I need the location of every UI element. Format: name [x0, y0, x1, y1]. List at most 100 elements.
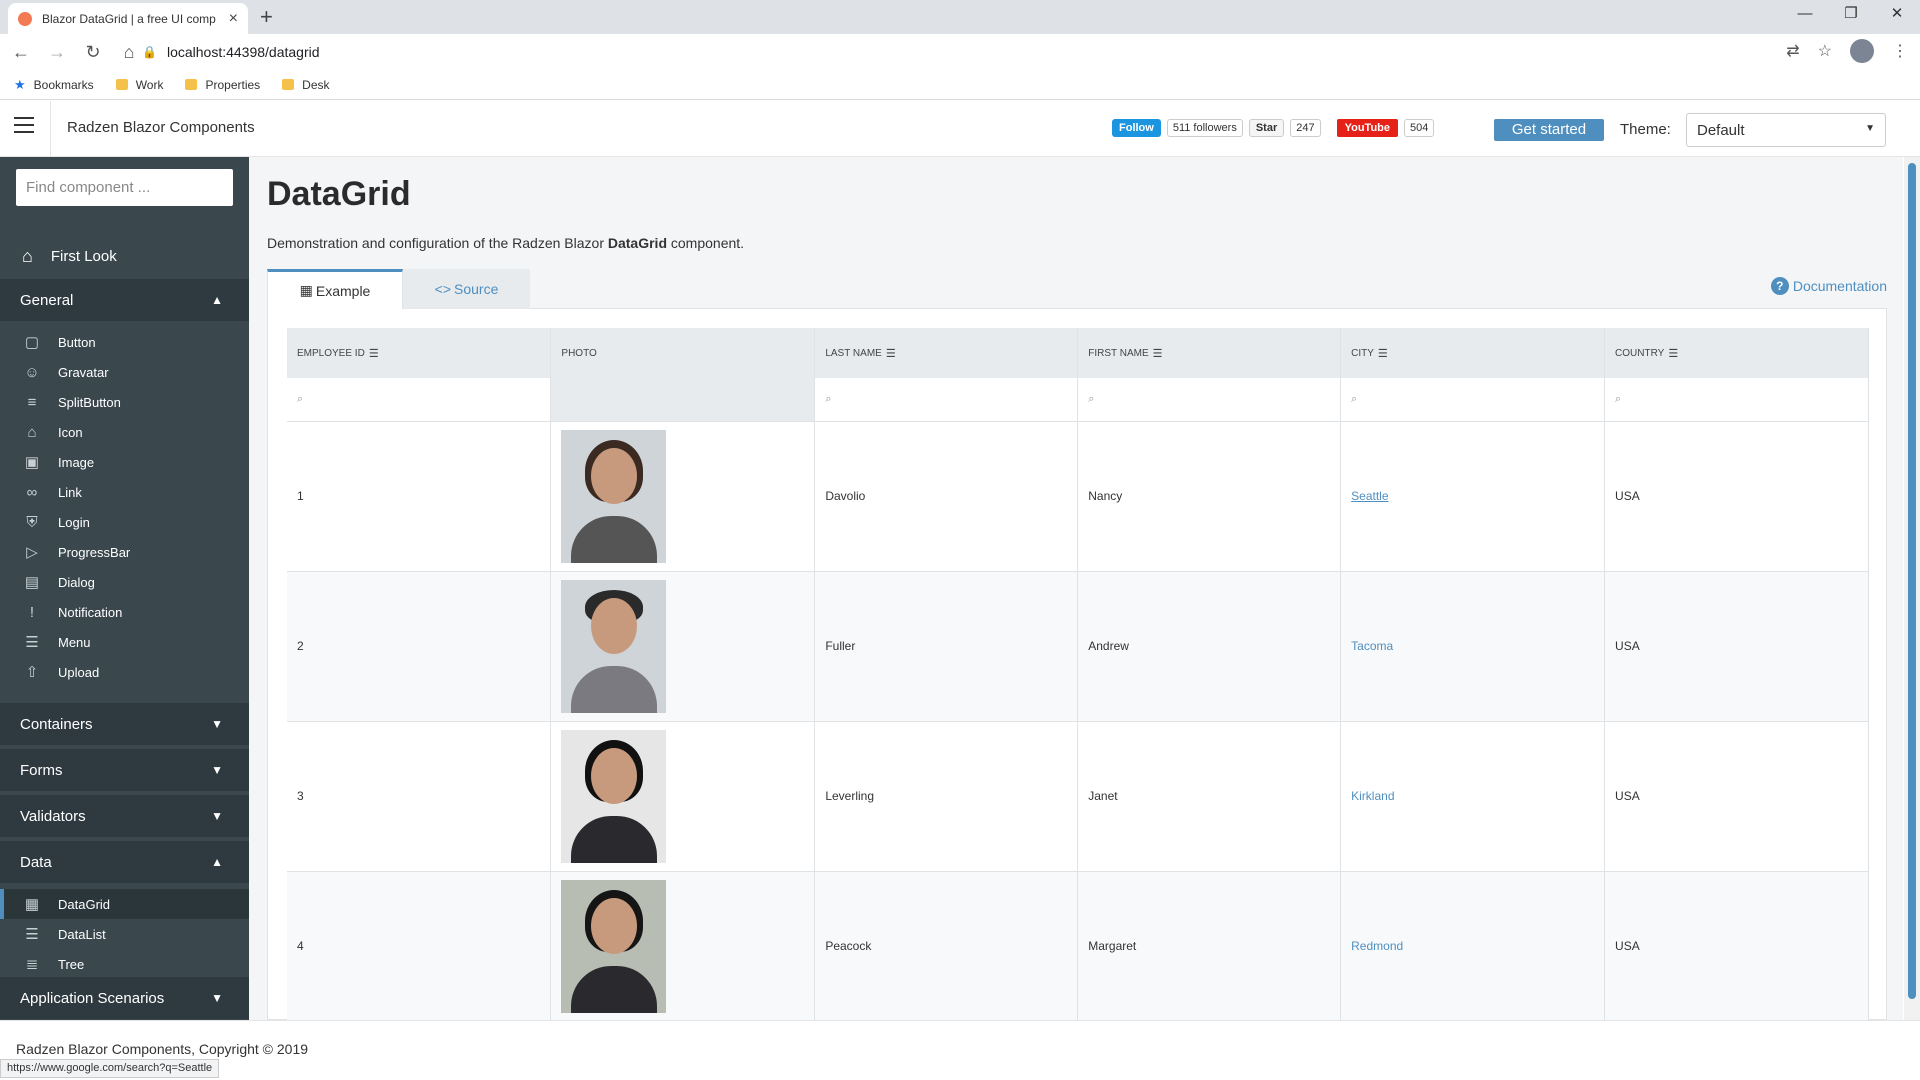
find-component-input[interactable]: Find component ... [16, 169, 233, 206]
github-star-button[interactable]: Star [1248, 119, 1285, 137]
cell-first-name: Andrew [1077, 571, 1342, 722]
twitter-follow-button[interactable]: Follow [1112, 119, 1161, 137]
filter-employee-id[interactable]: ⌕ [287, 378, 552, 422]
hamburger-menu-icon[interactable] [14, 117, 34, 135]
filter-city[interactable]: ⌕ [1340, 378, 1606, 422]
menu-kebab-icon[interactable]: ⋮ [1892, 41, 1908, 61]
scrollbar-thumb[interactable] [1908, 163, 1916, 999]
sidebar: Find component ... ⌂ First Look General ▲ … [0, 157, 249, 1020]
grid-icon: ▦ [299, 282, 313, 298]
sidebar-item-gravatar[interactable]: ☺ Gravatar [0, 357, 249, 387]
sidebar-item-button[interactable]: ▢ Button [0, 327, 249, 357]
column-header-country[interactable]: Country ☰ [1604, 328, 1869, 378]
city-link[interactable]: Tacoma [1351, 639, 1393, 653]
filter-last-name[interactable]: ⌕ [814, 378, 1079, 422]
window-controls: — ❐ ✕ [1782, 0, 1920, 30]
copyright-text: Radzen Blazor Components, Copyright © 20… [16, 1041, 309, 1057]
datagrid: Employee ID ☰ Photo Last Name ☰ First Name… [287, 328, 1869, 1020]
close-window-icon[interactable]: ✕ [1874, 0, 1920, 30]
youtube-count[interactable]: 504 [1404, 119, 1435, 137]
sidebar-section-application-scenarios[interactable]: Application Scenarios ▼ [0, 977, 249, 1019]
tab-source[interactable]: <> Source [403, 269, 530, 309]
main-content: DataGrid Demonstration and configuration… [249, 157, 1903, 1020]
list-icon: ≡ [27, 393, 37, 411]
image-icon: ▣ [24, 454, 40, 471]
sidebar-item-icon[interactable]: ⌂ Icon [0, 417, 249, 447]
bookmark-desk[interactable]: Desk [282, 78, 330, 92]
table-row[interactable]: 1 Davolio Nancy Seattle USA [287, 421, 1869, 572]
sidebar-item-menu[interactable]: ☰ Menu [0, 627, 249, 657]
sidebar-item-login[interactable]: ⛨ Login [0, 507, 249, 537]
filter-country[interactable]: ⌕ [1604, 378, 1869, 422]
code-icon: <> [434, 281, 451, 297]
table-row[interactable]: 2 Fuller Andrew Tacoma USA [287, 571, 1869, 722]
column-header-first-name[interactable]: First Name ☰ [1077, 328, 1342, 378]
bookmark-work[interactable]: Work [115, 78, 163, 92]
github-star-count[interactable]: 247 [1290, 119, 1321, 137]
column-header-last-name[interactable]: Last Name ☰ [814, 328, 1079, 378]
new-tab-button[interactable]: + [260, 5, 273, 29]
bookmark-star-icon[interactable]: ☆ [1818, 41, 1832, 61]
cell-last-name: Leverling [814, 721, 1079, 872]
city-link[interactable]: Seattle [1351, 489, 1388, 503]
close-tab-icon[interactable]: × [229, 10, 238, 28]
column-header-city[interactable]: City ☰ [1340, 328, 1606, 378]
filter-first-name[interactable]: ⌕ [1077, 378, 1342, 422]
table-row[interactable]: 3 Leverling Janet Kirkland USA [287, 721, 1869, 872]
youtube-button[interactable]: YouTube [1336, 119, 1399, 137]
employee-photo [561, 729, 667, 863]
cell-city: Tacoma [1340, 571, 1606, 722]
sidebar-item-upload[interactable]: ⇧ Upload [0, 657, 249, 687]
sidebar-section-general[interactable]: General ▲ [0, 279, 249, 321]
tab-example[interactable]: ▦ Example [267, 269, 403, 309]
get-started-button[interactable]: Get started [1494, 119, 1604, 141]
page-description: Demonstration and configuration of the R… [267, 235, 745, 251]
sidebar-item-link[interactable]: ∞ Link [0, 477, 249, 507]
browser-tab[interactable]: Blazor DataGrid | a free UI comp × [8, 3, 248, 34]
chevron-down-icon: ▼ [211, 809, 223, 823]
address-bar[interactable]: 🔒 localhost:44398/datagrid [142, 37, 1822, 67]
reload-icon[interactable]: ↻ [78, 42, 108, 63]
restore-icon[interactable]: ❐ [1828, 0, 1874, 30]
bookmark-properties[interactable]: Properties [185, 78, 260, 92]
cell-last-name: Fuller [814, 571, 1079, 722]
sidebar-item-datagrid[interactable]: ▦ DataGrid [0, 889, 249, 919]
table-row[interactable]: 4 Peacock Margaret Redmond USA [287, 871, 1869, 1020]
footer: Radzen Blazor Components, Copyright © 20… [0, 1020, 1920, 1080]
toolbar-icons: ⇄ ☆ ⋮ [1786, 39, 1908, 63]
translate-icon[interactable]: ⇄ [1786, 41, 1799, 61]
sidebar-section-containers[interactable]: Containers ▼ [0, 703, 249, 745]
twitter-follower-count[interactable]: 511 followers [1166, 119, 1243, 137]
sidebar-section-forms[interactable]: Forms ▼ [0, 749, 249, 791]
sort-icon: ☰ [1152, 347, 1163, 360]
sidebar-item-tree[interactable]: ≣ Tree [0, 949, 249, 979]
documentation-link[interactable]: ? Documentation [1770, 277, 1887, 295]
sidebar-item-dialog[interactable]: ▤ Dialog [0, 567, 249, 597]
page-scrollbar[interactable] [1904, 157, 1920, 1020]
sidebar-item-progressbar[interactable]: ▷ ProgressBar [0, 537, 249, 567]
back-icon[interactable]: ← [6, 42, 36, 63]
bookmark-bookmarks[interactable]: ★ Bookmarks [14, 77, 94, 93]
sidebar-item-notification[interactable]: ! Notification [0, 597, 249, 627]
sidebar-item-image[interactable]: ▣ Image [0, 447, 249, 477]
url-text: localhost:44398/datagrid [166, 44, 320, 60]
person-icon: ☺ [24, 363, 40, 381]
sidebar-item-splitbutton[interactable]: ≡ SplitButton [0, 387, 249, 417]
sidebar-item-datalist[interactable]: ☰ DataList [0, 919, 249, 949]
sidebar-section-data[interactable]: Data ▲ [0, 841, 249, 883]
sidebar-item-first-look[interactable]: ⌂ First Look [0, 237, 117, 275]
forward-icon[interactable]: → [42, 42, 72, 63]
theme-dropdown[interactable]: Default ▼ [1686, 113, 1886, 147]
city-link[interactable]: Kirkland [1351, 789, 1394, 803]
city-link[interactable]: Redmond [1351, 939, 1403, 953]
page-title: DataGrid [267, 175, 411, 213]
search-icon: ⌕ [1088, 392, 1095, 405]
column-header-employee-id[interactable]: Employee ID ☰ [287, 328, 552, 378]
bookmarks-bar: ★ Bookmarks Work Properties Desk [0, 70, 1920, 100]
home-icon[interactable]: ⌂ [114, 42, 144, 63]
sidebar-section-validators[interactable]: Validators ▼ [0, 795, 249, 837]
cell-country: USA [1604, 871, 1869, 1020]
minimize-icon[interactable]: — [1782, 0, 1828, 30]
profile-avatar[interactable] [1850, 39, 1874, 63]
grid-icon: ▦ [24, 896, 40, 913]
